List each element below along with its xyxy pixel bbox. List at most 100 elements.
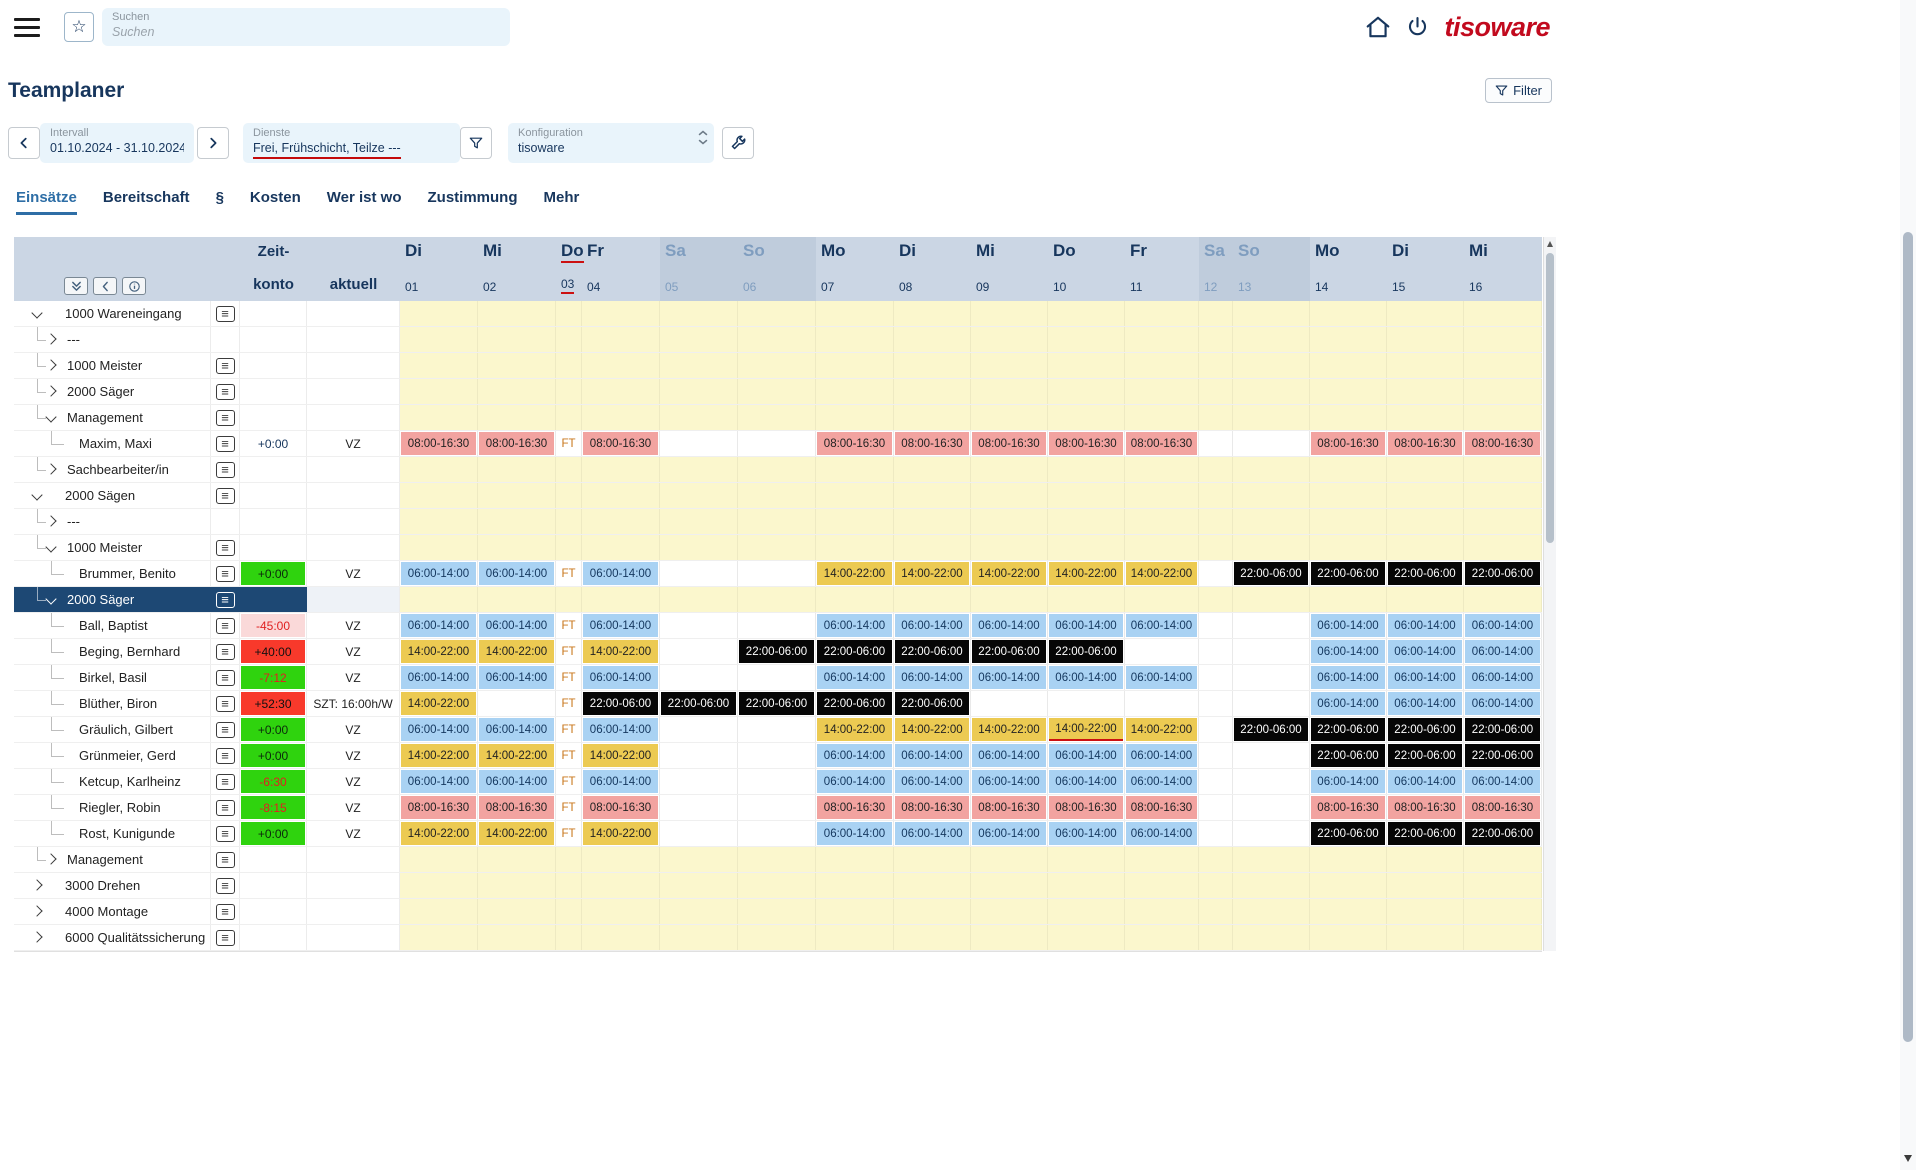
row-menu-icon[interactable]: ≡ xyxy=(215,357,235,374)
schedule-cell[interactable] xyxy=(1387,509,1464,534)
schedule-cell[interactable] xyxy=(1199,925,1233,950)
schedule-cell[interactable]: 22:00-06:00 xyxy=(738,691,816,716)
shift-early[interactable]: 06:00-14:00 xyxy=(583,614,658,637)
schedule-cell[interactable] xyxy=(478,483,556,508)
shift-early[interactable]: 06:00-14:00 xyxy=(1388,640,1462,663)
schedule-cell[interactable]: 06:00-14:00 xyxy=(1464,665,1542,690)
shift-early[interactable]: 06:00-14:00 xyxy=(972,614,1046,637)
schedule-cell[interactable]: 06:00-14:00 xyxy=(971,665,1048,690)
tree-group[interactable]: --- xyxy=(14,327,211,352)
spinner-arrows-icon[interactable] xyxy=(698,130,708,145)
schedule-cell[interactable]: 06:00-14:00 xyxy=(478,613,556,638)
shift-night[interactable]: 22:00-06:00 xyxy=(1388,562,1462,585)
schedule-cell[interactable] xyxy=(894,535,971,560)
schedule-cell[interactable]: 06:00-14:00 xyxy=(400,665,478,690)
shift-day[interactable]: 08:00-16:30 xyxy=(583,796,658,819)
schedule-cell[interactable]: 06:00-14:00 xyxy=(971,769,1048,794)
schedule-cell[interactable]: FT xyxy=(556,795,582,820)
shift-early[interactable]: 06:00-14:00 xyxy=(583,718,658,741)
schedule-cell[interactable]: FT xyxy=(556,821,582,846)
home-icon[interactable] xyxy=(1365,15,1391,39)
scroll-up-icon[interactable] xyxy=(1547,241,1553,247)
schedule-cell[interactable] xyxy=(400,301,478,326)
schedule-cell[interactable] xyxy=(971,691,1048,716)
schedule-cell[interactable] xyxy=(816,405,894,430)
tree-person-name[interactable]: Blüther, Biron xyxy=(14,691,211,716)
shift-night[interactable]: 22:00-06:00 xyxy=(1234,562,1308,585)
schedule-cell[interactable] xyxy=(582,301,660,326)
schedule-cell[interactable]: 06:00-14:00 xyxy=(1464,639,1542,664)
schedule-cell[interactable]: 06:00-14:00 xyxy=(478,561,556,586)
schedule-cell[interactable] xyxy=(660,665,738,690)
schedule-cell[interactable] xyxy=(400,405,478,430)
schedule-cell[interactable]: 06:00-14:00 xyxy=(478,717,556,742)
shift-late[interactable]: 14:00-22:00 xyxy=(1126,718,1197,741)
schedule-cell[interactable]: 08:00-16:30 xyxy=(1387,795,1464,820)
schedule-cell[interactable]: 06:00-14:00 xyxy=(582,613,660,638)
shift-holiday[interactable]: FT xyxy=(557,770,580,793)
schedule-cell[interactable] xyxy=(1310,535,1387,560)
schedule-cell[interactable] xyxy=(1233,743,1310,768)
tab-kosten[interactable]: Kosten xyxy=(250,189,301,215)
schedule-cell[interactable] xyxy=(1125,847,1199,872)
schedule-cell[interactable]: 06:00-14:00 xyxy=(1125,665,1199,690)
shift-night[interactable]: 22:00-06:00 xyxy=(1465,744,1540,767)
schedule-cell[interactable]: 06:00-14:00 xyxy=(478,769,556,794)
schedule-cell[interactable] xyxy=(894,483,971,508)
schedule-cell[interactable] xyxy=(1125,327,1199,352)
schedule-cell[interactable] xyxy=(1310,353,1387,378)
schedule-cell[interactable]: FT xyxy=(556,665,582,690)
schedule-cell[interactable]: FT xyxy=(556,431,582,456)
schedule-cell[interactable]: 06:00-14:00 xyxy=(1310,691,1387,716)
schedule-cell[interactable] xyxy=(1199,795,1233,820)
schedule-cell[interactable]: 08:00-16:30 xyxy=(971,431,1048,456)
schedule-cell[interactable] xyxy=(1199,301,1233,326)
schedule-cell[interactable] xyxy=(660,743,738,768)
grid-scrollbar-thumb[interactable] xyxy=(1546,253,1554,543)
day-header-sa-12[interactable]: Sa 12 xyxy=(1199,237,1233,301)
schedule-cell[interactable] xyxy=(1199,691,1233,716)
day-header-fr-04[interactable]: Fr 04 xyxy=(582,237,660,301)
schedule-cell[interactable]: 08:00-16:30 xyxy=(816,431,894,456)
schedule-cell[interactable] xyxy=(1048,535,1125,560)
schedule-cell[interactable] xyxy=(400,899,478,924)
schedule-cell[interactable] xyxy=(1464,405,1542,430)
intervall-field[interactable]: Intervall 01.10.2024 - 31.10.2024 xyxy=(40,123,194,163)
schedule-cell[interactable] xyxy=(582,483,660,508)
shift-early[interactable]: 06:00-14:00 xyxy=(583,562,658,585)
schedule-cell[interactable] xyxy=(582,379,660,404)
schedule-cell[interactable] xyxy=(1199,613,1233,638)
shift-night[interactable]: 22:00-06:00 xyxy=(1311,562,1385,585)
shift-holiday[interactable]: FT xyxy=(557,614,580,637)
row-menu-icon[interactable]: ≡ xyxy=(215,305,235,322)
shift-holiday[interactable]: FT xyxy=(557,744,580,767)
schedule-cell[interactable] xyxy=(894,847,971,872)
schedule-cell[interactable] xyxy=(1464,483,1542,508)
shift-day[interactable]: 08:00-16:30 xyxy=(972,432,1046,455)
schedule-cell[interactable] xyxy=(660,457,738,482)
tree-group[interactable]: 2000 Sägen xyxy=(14,483,211,508)
schedule-cell[interactable] xyxy=(738,873,816,898)
schedule-cell[interactable] xyxy=(1199,327,1233,352)
tree-group[interactable]: 1000 Meister xyxy=(14,535,211,560)
schedule-cell[interactable] xyxy=(1233,509,1310,534)
shift-early[interactable]: 06:00-14:00 xyxy=(1049,744,1123,767)
schedule-cell[interactable] xyxy=(660,535,738,560)
schedule-cell[interactable] xyxy=(1387,535,1464,560)
schedule-cell[interactable]: 06:00-14:00 xyxy=(1387,639,1464,664)
schedule-cell[interactable] xyxy=(478,691,556,716)
shift-day[interactable]: 08:00-16:30 xyxy=(1311,796,1385,819)
schedule-cell[interactable] xyxy=(971,509,1048,534)
shift-early[interactable]: 06:00-14:00 xyxy=(1126,770,1197,793)
schedule-cell[interactable] xyxy=(738,717,816,742)
row-menu-icon[interactable]: ≡ xyxy=(215,669,235,686)
schedule-cell[interactable] xyxy=(1125,535,1199,560)
shift-early[interactable]: 06:00-14:00 xyxy=(1126,822,1197,845)
shift-night[interactable]: 22:00-06:00 xyxy=(1311,718,1385,741)
schedule-cell[interactable] xyxy=(1199,431,1233,456)
shift-early[interactable]: 06:00-14:00 xyxy=(1049,614,1123,637)
schedule-cell[interactable]: FT xyxy=(556,769,582,794)
schedule-cell[interactable]: 22:00-06:00 xyxy=(1464,561,1542,586)
schedule-cell[interactable] xyxy=(894,327,971,352)
schedule-cell[interactable] xyxy=(971,405,1048,430)
